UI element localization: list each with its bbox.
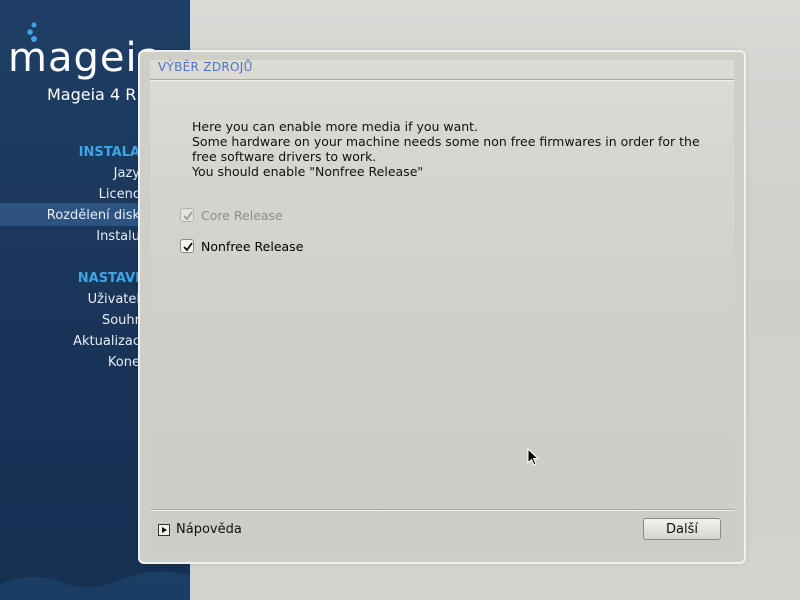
step-installing: Instalu [96,229,140,244]
mouse-cursor-icon [527,448,539,466]
section-title-install: INSTALA [78,145,140,160]
help-expander[interactable]: Nápověda [158,522,242,537]
bottom-separator [150,509,734,511]
expand-arrow-icon[interactable] [158,523,170,536]
intro-line: You should enable "Nonfree Release" [192,164,424,179]
step-users: Uživatel [87,292,140,307]
section-title-configure: NASTAVI [77,271,140,286]
next-button[interactable]: Další [643,518,721,540]
step-license: Licenc [98,187,140,202]
step-partitioning: Rozdělení disk [46,208,140,223]
checkmark-icon [183,211,193,221]
intro-line: Here you can enable more media if you wa… [192,119,479,134]
core-release-checkbox [180,208,194,222]
intro-line: free software drivers to work. [192,149,377,164]
product-title: Mageia 4 R [47,85,137,104]
step-updates: Aktualizac [73,334,140,349]
intro-line: Some hardware on your machine needs some… [192,134,700,149]
media-selection-dialog: VÝBĚR ZDROJŮ Here you can enable more me… [140,52,744,562]
step-language: Jazy [113,166,140,181]
intro-text: Here you can enable more media if you wa… [192,119,732,179]
nonfree-release-option[interactable]: Nonfree Release [180,236,303,256]
title-separator [150,79,734,81]
nonfree-release-label[interactable]: Nonfree Release [201,239,303,254]
help-label[interactable]: Nápověda [176,522,242,537]
dialog-content: VÝBĚR ZDROJŮ Here you can enable more me… [150,60,734,554]
core-release-option: Core Release [180,205,283,225]
sidebar-wave-decoration [0,571,190,600]
checkmark-icon [183,242,193,252]
core-release-label: Core Release [201,207,283,223]
dialog-title: VÝBĚR ZDROJŮ [158,60,253,74]
nonfree-release-checkbox[interactable] [180,239,194,253]
step-summary: Souhr [101,313,140,328]
step-finish: Kone [107,355,140,370]
